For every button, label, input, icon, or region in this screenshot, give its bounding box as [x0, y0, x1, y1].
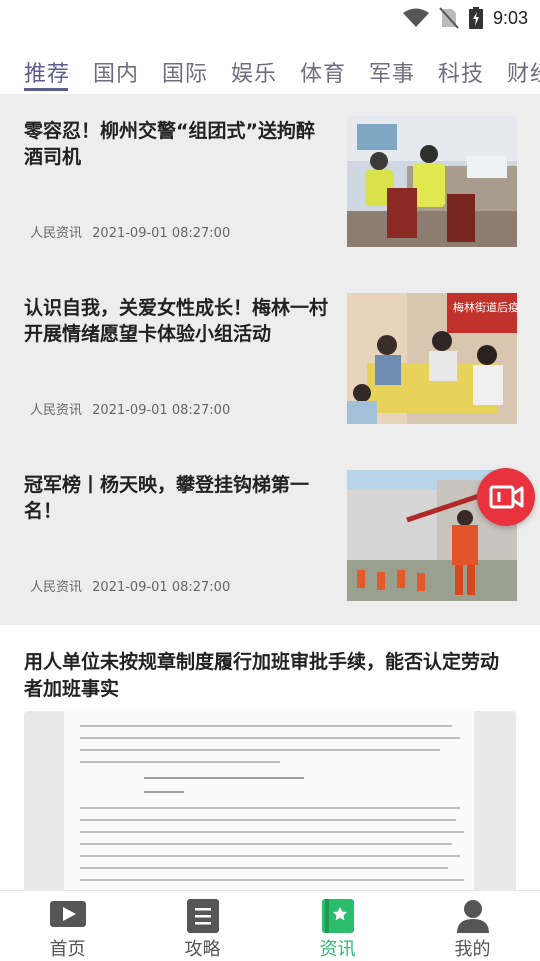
- news-title[interactable]: 认识自我，关爱女性成长！梅林一村开展情绪愿望卡体验小组活动: [24, 295, 329, 347]
- news-item[interactable]: 冠军榜丨杨天映，攀登挂钩梯第一名！ 人民资讯 2021-09-01 08:27:…: [0, 448, 540, 625]
- active-tab-indicator: [24, 88, 68, 91]
- tab-recommend[interactable]: 推荐: [24, 56, 70, 88]
- news-meta: 人民资讯 2021-09-01 08:27:00: [30, 576, 236, 595]
- news-title[interactable]: 冠军榜丨杨天映，攀登挂钩梯第一名！: [24, 472, 329, 524]
- tab-sports[interactable]: 体育: [300, 56, 346, 88]
- news-time: 2021-09-01 08:27:00: [92, 403, 231, 418]
- tab-military[interactable]: 军事: [369, 56, 415, 88]
- news-bookmark-icon: [321, 899, 354, 933]
- featured-title[interactable]: 用人单位未按规章制度履行加班审批手续，能否认定劳动者加班事实: [24, 649, 516, 703]
- wifi-icon: [402, 8, 429, 27]
- news-title[interactable]: 零容忍！柳州交警“组团式”送拘醉酒司机: [24, 118, 329, 170]
- news-feed[interactable]: 零容忍！柳州交警“组团式”送拘醉酒司机 人民资讯 2021-09-01 08:2…: [0, 94, 540, 890]
- featured-news-item[interactable]: 用人单位未按规章制度履行加班审批手续，能否认定劳动者加班事实: [0, 625, 540, 890]
- video-record-button[interactable]: [477, 468, 535, 526]
- person-icon: [456, 900, 489, 933]
- news-thumbnail[interactable]: [347, 116, 517, 247]
- category-tabs: 推荐 国内 国际 娱乐 体育 军事 科技 财经: [0, 36, 540, 94]
- tab-finance[interactable]: 财经: [507, 56, 540, 88]
- news-time: 2021-09-01 08:27:00: [92, 226, 231, 241]
- nav-label: 资讯: [319, 939, 356, 960]
- news-meta: 人民资讯 2021-09-01 08:27:00: [30, 222, 236, 241]
- video-icon: [49, 901, 86, 927]
- tab-technology[interactable]: 科技: [438, 56, 484, 88]
- tab-domestic[interactable]: 国内: [93, 56, 139, 88]
- battery-charging-icon: [468, 7, 483, 29]
- nav-news[interactable]: 资讯: [270, 891, 405, 961]
- status-bar: 9:03: [0, 0, 540, 36]
- status-time: 9:03: [492, 7, 528, 28]
- featured-document-image[interactable]: [24, 711, 516, 890]
- news-thumbnail[interactable]: 梅林街道后疫: [347, 293, 517, 424]
- tab-international[interactable]: 国际: [162, 56, 208, 88]
- news-item[interactable]: 认识自我，关爱女性成长！梅林一村开展情绪愿望卡体验小组活动 人民资讯 2021-…: [0, 271, 540, 448]
- no-sim-icon: [439, 7, 459, 29]
- banner-text: 梅林街道后疫: [453, 300, 517, 314]
- news-source: 人民资讯: [30, 403, 83, 418]
- document-icon: [186, 899, 219, 933]
- news-meta: 人民资讯 2021-09-01 08:27:00: [30, 399, 236, 418]
- nav-label: 攻略: [184, 939, 221, 960]
- news-item[interactable]: 零容忍！柳州交警“组团式”送拘醉酒司机 人民资讯 2021-09-01 08:2…: [0, 94, 540, 271]
- news-time: 2021-09-01 08:27:00: [92, 580, 231, 595]
- nav-home[interactable]: 首页: [0, 891, 135, 961]
- nav-profile[interactable]: 我的: [405, 891, 540, 961]
- nav-label: 首页: [49, 939, 86, 960]
- video-camera-icon: [489, 485, 524, 509]
- nav-guide[interactable]: 攻略: [135, 891, 270, 961]
- news-source: 人民资讯: [30, 226, 83, 241]
- status-icons: 9:03: [402, 6, 528, 30]
- news-source: 人民资讯: [30, 580, 83, 595]
- document-page: [64, 711, 474, 890]
- bottom-navigation: 首页 攻略 资讯 我的: [0, 890, 540, 961]
- nav-label: 我的: [454, 939, 491, 960]
- tab-entertainment[interactable]: 娱乐: [231, 56, 277, 88]
